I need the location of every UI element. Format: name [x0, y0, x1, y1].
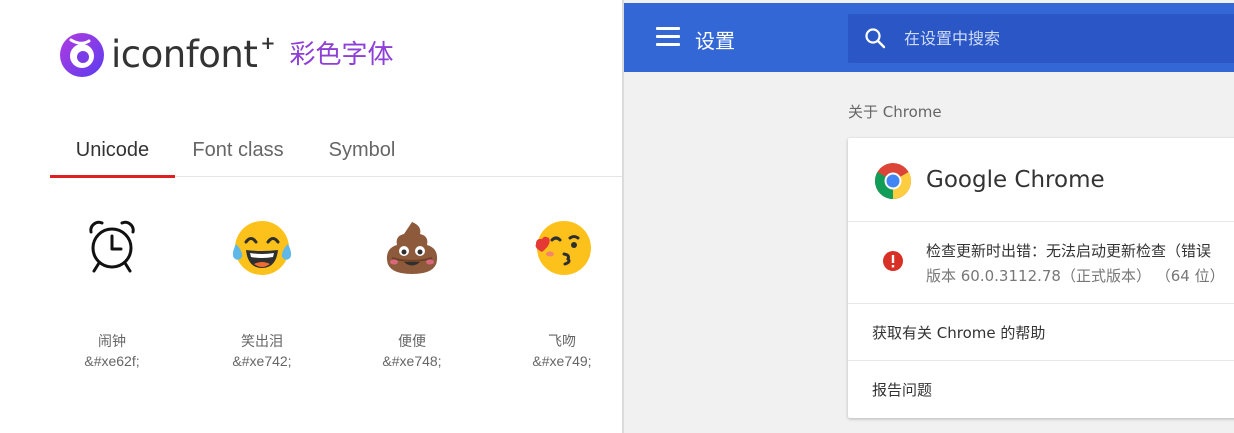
search-input[interactable] — [904, 14, 1234, 63]
logo-text: iconfont — [111, 33, 258, 76]
icon-card[interactable] — [502, 218, 622, 278]
icon-name: 笑出泪 — [241, 333, 283, 349]
section-title: 关于 Chrome — [848, 103, 942, 121]
tab-font-class[interactable]: Font class — [178, 126, 298, 177]
iconfont-logo[interactable]: iconfont + 彩色字体 — [59, 32, 393, 78]
settings-toolbar: 设置 — [624, 0, 1234, 72]
about-chrome-card: Google Chrome 检查更新时出错：无法启动更新检查（错误 版本 60.… — [848, 138, 1234, 418]
iconfont-logo-icon — [60, 33, 104, 77]
logo-subtitle: 彩色字体 — [289, 40, 394, 70]
blowing-kiss-emoji-icon — [535, 221, 591, 275]
report-issue-label: 报告问题 — [872, 381, 933, 399]
tab-unicode[interactable]: Unicode — [50, 126, 175, 178]
icon-code: &#xe749; — [532, 353, 592, 369]
menu-icon[interactable] — [656, 27, 680, 49]
icon-card[interactable] — [202, 218, 322, 278]
iconfont-page: iconfont + 彩色字体 Unicode Font class Symbo… — [0, 0, 622, 433]
report-issue-link[interactable]: 报告问题 — [848, 360, 1234, 416]
icon-card[interactable] — [352, 218, 472, 278]
poop-emoji-icon — [386, 222, 438, 274]
chrome-logo-icon — [875, 163, 911, 199]
tears-of-joy-emoji-icon — [232, 221, 292, 275]
alarm-clock-icon — [89, 220, 135, 273]
icon-code: &#xe62f; — [84, 353, 140, 369]
icon-name: 闹钟 — [98, 333, 126, 349]
icon-code: &#xe748; — [382, 353, 442, 369]
tab-bar: Unicode Font class Symbol — [50, 126, 622, 178]
help-link[interactable]: 获取有关 Chrome 的帮助 — [848, 303, 1234, 359]
error-icon — [883, 251, 903, 271]
icon-card[interactable] — [52, 218, 172, 278]
search-icon — [865, 28, 886, 49]
icon-code: &#xe742; — [232, 353, 292, 369]
icon-name: 飞吻 — [548, 333, 576, 349]
logo-plus: + — [260, 32, 276, 54]
update-status-row — [848, 221, 1234, 303]
settings-search[interactable] — [848, 14, 1234, 63]
settings-title: 设置 — [695, 29, 735, 53]
help-link-label: 获取有关 Chrome 的帮助 — [872, 324, 1046, 342]
chrome-settings-window: 设置 关于 Chrome Google Chrome 检查更新时出错：无法启动 — [622, 0, 1234, 433]
version-text: 版本 60.0.3112.78（正式版本） （64 位） — [926, 267, 1225, 285]
product-name: Google Chrome — [926, 167, 1105, 193]
icon-name: 便便 — [398, 333, 426, 349]
tab-symbol[interactable]: Symbol — [317, 126, 407, 177]
update-error-message: 检查更新时出错：无法启动更新检查（错误 — [926, 242, 1212, 260]
